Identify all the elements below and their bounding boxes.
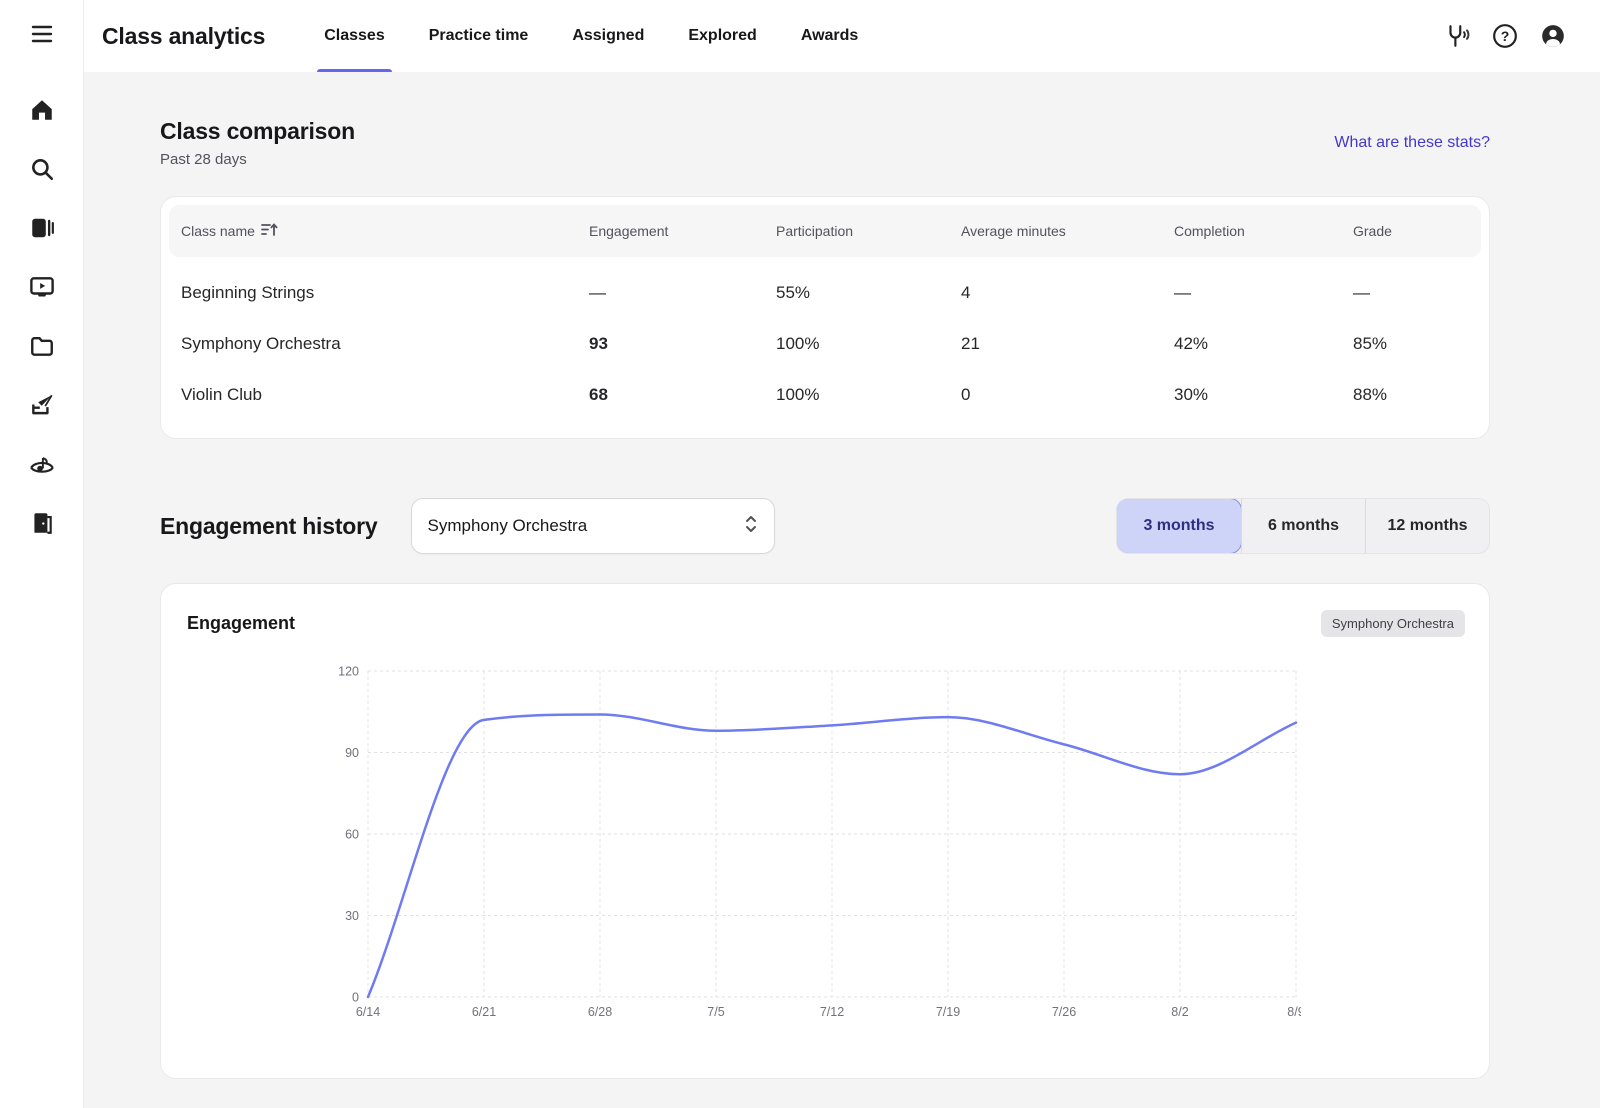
svg-text:8/9: 8/9 (1287, 1005, 1301, 1019)
sidebar-item-sight-reading[interactable] (29, 453, 55, 479)
engagement-value: 68 (589, 385, 776, 405)
tab-awards[interactable]: Awards (794, 0, 866, 72)
account-icon[interactable] (1540, 23, 1566, 49)
grade-value: 88% (1353, 385, 1481, 405)
range-6-months-button[interactable]: 6 months (1241, 499, 1365, 553)
comparison-title: Class comparison (160, 118, 355, 145)
hamburger-icon (31, 25, 53, 48)
svg-text:7/5: 7/5 (707, 1005, 724, 1019)
participation-value: 100% (776, 385, 961, 405)
svg-text:7/19: 7/19 (936, 1005, 960, 1019)
sidebar-item-assignments[interactable] (29, 394, 55, 420)
class-name: Violin Club (181, 385, 589, 405)
engagement-history-title: Engagement history (160, 513, 378, 540)
class-select-value: Symphony Orchestra (428, 516, 588, 536)
svg-text:7/12: 7/12 (820, 1005, 844, 1019)
menu-button[interactable] (0, 0, 83, 72)
table-row: Violin Club 68 100% 0 30% 88% (169, 369, 1481, 420)
range-3-months-button[interactable]: 3 months (1116, 498, 1242, 554)
participation-value: 100% (776, 334, 961, 354)
svg-text:?: ? (1501, 28, 1510, 44)
average-minutes-value: 0 (961, 385, 1174, 405)
sidebar-item-video-lessons[interactable] (29, 276, 55, 302)
time-range-segmented-control: 3 months 6 months 12 months (1116, 498, 1490, 554)
svg-text:90: 90 (345, 746, 359, 760)
page-title: Class analytics (102, 23, 265, 50)
svg-text:6/28: 6/28 (588, 1005, 612, 1019)
column-header-completion: Completion (1174, 223, 1353, 239)
home-icon (29, 97, 55, 128)
completion-value: — (1174, 283, 1353, 303)
svg-text:6/14: 6/14 (356, 1005, 380, 1019)
class-name: Symphony Orchestra (181, 334, 589, 354)
sidebar-item-library[interactable] (29, 217, 55, 243)
class-name: Beginning Strings (181, 283, 589, 303)
unfold-chevrons-icon (744, 513, 758, 540)
tab-practice-time[interactable]: Practice time (422, 0, 536, 72)
table-row: Symphony Orchestra 93 100% 21 42% 85% (169, 318, 1481, 369)
class-comparison-table: Class name Engagement Participation Aver… (160, 196, 1490, 439)
engagement-value: — (589, 283, 776, 303)
column-header-average-minutes: Average minutes (961, 223, 1174, 239)
engagement-value: 93 (589, 334, 776, 354)
class-select-dropdown[interactable]: Symphony Orchestra (411, 498, 775, 554)
table-header-row: Class name Engagement Participation Aver… (169, 205, 1481, 257)
sort-ascending-icon (261, 222, 278, 240)
sidebar-item-folders[interactable] (29, 335, 55, 361)
sidebar-item-search[interactable] (29, 158, 55, 184)
door-icon (29, 510, 55, 541)
completion-value: 30% (1174, 385, 1353, 405)
column-header-engagement: Engagement (589, 223, 776, 239)
svg-text:60: 60 (345, 828, 359, 842)
column-header-class-name[interactable]: Class name (181, 222, 589, 240)
range-12-months-button[interactable]: 12 months (1365, 499, 1489, 553)
svg-text:6/21: 6/21 (472, 1005, 496, 1019)
sidebar (0, 0, 84, 1108)
svg-text:0: 0 (352, 991, 359, 1005)
average-minutes-value: 21 (961, 334, 1174, 354)
grade-value: 85% (1353, 334, 1481, 354)
tab-assigned[interactable]: Assigned (565, 0, 651, 72)
column-header-participation: Participation (776, 223, 961, 239)
grade-value: — (1353, 283, 1481, 303)
sidebar-item-exit[interactable] (29, 512, 55, 538)
main-content: Class comparison Past 28 days What are t… (84, 72, 1600, 1108)
average-minutes-value: 4 (961, 283, 1174, 303)
folder-icon (29, 333, 55, 364)
comparison-subtitle: Past 28 days (160, 151, 355, 168)
engagement-line-chart: 0 30 60 90 120 6/14 6/21 6/28 7/5 7/12 7/19 7/26 8/2… (326, 659, 1301, 1031)
column-header-grade: Grade (1353, 223, 1481, 239)
tuning-fork-icon[interactable] (1444, 23, 1470, 49)
svg-text:30: 30 (345, 909, 359, 923)
svg-text:120: 120 (338, 665, 359, 679)
participation-value: 55% (776, 283, 961, 303)
assignment-send-icon (29, 392, 55, 423)
series-badge: Symphony Orchestra (1321, 610, 1465, 637)
svg-text:8/2: 8/2 (1171, 1005, 1188, 1019)
sidebar-item-home[interactable] (29, 99, 55, 125)
chart-title: Engagement (187, 613, 295, 634)
search-icon (29, 156, 55, 187)
svg-text:7/26: 7/26 (1052, 1005, 1076, 1019)
tab-explored[interactable]: Explored (681, 0, 763, 72)
video-player-icon (29, 274, 55, 305)
tab-classes[interactable]: Classes (317, 0, 392, 72)
completion-value: 42% (1174, 334, 1353, 354)
what-are-these-stats-link[interactable]: What are these stats? (1334, 134, 1490, 152)
engagement-chart-card: Engagement Symphony Orchestra 0 30 60 90 120… (160, 583, 1490, 1079)
library-icon (29, 215, 55, 246)
eye-music-note-icon (29, 451, 55, 482)
topbar: Class analytics Classes Practice time As… (84, 0, 1600, 72)
table-row: Beginning Strings — 55% 4 — — (169, 267, 1481, 318)
tab-bar: Classes Practice time Assigned Explored … (302, 0, 880, 72)
help-icon[interactable]: ? (1492, 23, 1518, 49)
